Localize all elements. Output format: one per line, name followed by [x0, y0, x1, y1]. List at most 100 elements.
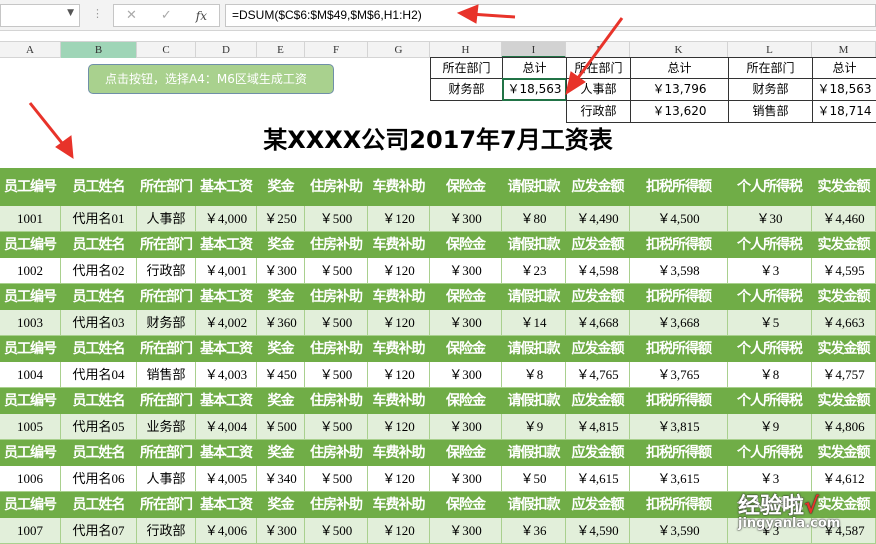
data-cell[interactable]: 1003 — [0, 310, 61, 336]
data-cell[interactable]: ￥4,663 — [812, 310, 876, 336]
column-header-H[interactable]: H — [430, 42, 502, 58]
header-cell[interactable]: 车费补助 — [368, 168, 430, 206]
header-cell[interactable]: 应发金额 — [566, 336, 630, 362]
data-cell[interactable]: ￥300 — [430, 362, 502, 388]
header-cell[interactable]: 住房补助 — [305, 440, 368, 466]
data-cell[interactable]: ￥4,001 — [196, 258, 257, 284]
data-cell[interactable]: 代用名01 — [61, 206, 137, 232]
header-cell[interactable]: 实发金额 — [812, 284, 876, 310]
header-cell[interactable]: 请假扣款 — [502, 284, 566, 310]
data-cell[interactable]: 1001 — [0, 206, 61, 232]
data-cell[interactable]: 人事部 — [137, 466, 196, 492]
data-cell[interactable]: ￥9 — [502, 414, 566, 440]
header-cell[interactable]: 实发金额 — [812, 336, 876, 362]
data-cell[interactable]: ￥4,595 — [812, 258, 876, 284]
header-cell[interactable]: 基本工资 — [196, 168, 257, 206]
data-cell[interactable]: ￥50 — [502, 466, 566, 492]
cancel-icon[interactable]: ✕ — [126, 8, 137, 23]
data-cell[interactable]: ￥4,668 — [566, 310, 630, 336]
data-cell[interactable]: 1002 — [0, 258, 61, 284]
data-cell[interactable]: 行政部 — [137, 518, 196, 544]
data-cell[interactable]: ￥3,668 — [630, 310, 728, 336]
column-header-B[interactable]: B — [61, 42, 137, 58]
data-cell[interactable]: ￥340 — [257, 466, 305, 492]
data-cell[interactable]: ￥23 — [502, 258, 566, 284]
data-cell[interactable]: ￥300 — [430, 310, 502, 336]
data-cell[interactable]: ￥500 — [305, 466, 368, 492]
criteria-dept-header[interactable]: 所在部门 — [566, 57, 631, 79]
data-cell[interactable]: ￥500 — [305, 414, 368, 440]
header-cell[interactable]: 员工姓名 — [61, 440, 137, 466]
header-cell[interactable]: 保险金 — [430, 492, 502, 518]
data-cell[interactable]: ￥300 — [430, 518, 502, 544]
criteria-dept-value[interactable]: 行政部 — [566, 100, 631, 123]
data-cell[interactable]: ￥3,590 — [630, 518, 728, 544]
data-cell[interactable]: 代用名06 — [61, 466, 137, 492]
header-cell[interactable]: 个人所得税 — [728, 168, 812, 206]
data-cell[interactable]: ￥120 — [368, 518, 430, 544]
header-cell[interactable]: 扣税所得额 — [630, 440, 728, 466]
data-cell[interactable]: ￥300 — [257, 518, 305, 544]
header-cell[interactable]: 请假扣款 — [502, 232, 566, 258]
header-cell[interactable]: 实发金额 — [812, 232, 876, 258]
data-cell[interactable]: ￥5 — [728, 310, 812, 336]
header-cell[interactable]: 个人所得税 — [728, 284, 812, 310]
data-cell[interactable]: 代用名03 — [61, 310, 137, 336]
data-cell[interactable]: 业务部 — [137, 414, 196, 440]
header-cell[interactable]: 员工编号 — [0, 492, 61, 518]
column-header-J[interactable]: J — [566, 42, 630, 58]
header-cell[interactable]: 车费补助 — [368, 492, 430, 518]
data-cell[interactable]: ￥300 — [430, 466, 502, 492]
data-cell[interactable]: ￥4,806 — [812, 414, 876, 440]
data-cell[interactable]: ￥300 — [430, 258, 502, 284]
data-cell[interactable]: 销售部 — [137, 362, 196, 388]
column-header-E[interactable]: E — [257, 42, 305, 58]
data-cell[interactable]: ￥120 — [368, 362, 430, 388]
header-cell[interactable]: 住房补助 — [305, 388, 368, 414]
data-cell[interactable]: 财务部 — [137, 310, 196, 336]
header-cell[interactable]: 车费补助 — [368, 440, 430, 466]
header-cell[interactable]: 员工姓名 — [61, 232, 137, 258]
enter-icon[interactable]: ✓ — [161, 8, 172, 23]
header-cell[interactable]: 基本工资 — [196, 336, 257, 362]
data-cell[interactable]: ￥450 — [257, 362, 305, 388]
header-cell[interactable]: 奖金 — [257, 492, 305, 518]
data-cell[interactable]: ￥4,765 — [566, 362, 630, 388]
header-cell[interactable]: 保险金 — [430, 440, 502, 466]
header-cell[interactable]: 请假扣款 — [502, 440, 566, 466]
header-cell[interactable]: 请假扣款 — [502, 336, 566, 362]
header-cell[interactable]: 所在部门 — [137, 336, 196, 362]
data-cell[interactable]: ￥3,598 — [630, 258, 728, 284]
header-cell[interactable]: 所在部门 — [137, 440, 196, 466]
header-cell[interactable]: 扣税所得额 — [630, 284, 728, 310]
header-cell[interactable]: 奖金 — [257, 284, 305, 310]
data-cell[interactable]: ￥8 — [728, 362, 812, 388]
header-cell[interactable]: 扣税所得额 — [630, 388, 728, 414]
header-cell[interactable]: 奖金 — [257, 336, 305, 362]
data-cell[interactable]: ￥3,615 — [630, 466, 728, 492]
header-cell[interactable]: 请假扣款 — [502, 388, 566, 414]
data-cell[interactable]: ￥120 — [368, 206, 430, 232]
header-cell[interactable]: 所在部门 — [137, 388, 196, 414]
header-cell[interactable]: 个人所得税 — [728, 388, 812, 414]
header-cell[interactable]: 员工编号 — [0, 336, 61, 362]
data-cell[interactable]: 代用名05 — [61, 414, 137, 440]
header-cell[interactable]: 个人所得税 — [728, 232, 812, 258]
header-cell[interactable]: 员工编号 — [0, 168, 61, 206]
header-cell[interactable]: 员工编号 — [0, 440, 61, 466]
header-cell[interactable]: 车费补助 — [368, 336, 430, 362]
data-cell[interactable]: ￥500 — [305, 518, 368, 544]
data-cell[interactable]: ￥4,615 — [566, 466, 630, 492]
column-header-F[interactable]: F — [305, 42, 368, 58]
header-cell[interactable]: 员工编号 — [0, 232, 61, 258]
header-cell[interactable]: 车费补助 — [368, 284, 430, 310]
header-cell[interactable]: 基本工资 — [196, 388, 257, 414]
header-cell[interactable]: 应发金额 — [566, 440, 630, 466]
header-cell[interactable]: 实发金额 — [812, 168, 876, 206]
data-cell[interactable]: ￥4,460 — [812, 206, 876, 232]
data-cell[interactable]: 1007 — [0, 518, 61, 544]
data-cell[interactable]: ￥36 — [502, 518, 566, 544]
data-cell[interactable]: 行政部 — [137, 258, 196, 284]
header-cell[interactable]: 员工姓名 — [61, 388, 137, 414]
data-cell[interactable]: ￥4,005 — [196, 466, 257, 492]
